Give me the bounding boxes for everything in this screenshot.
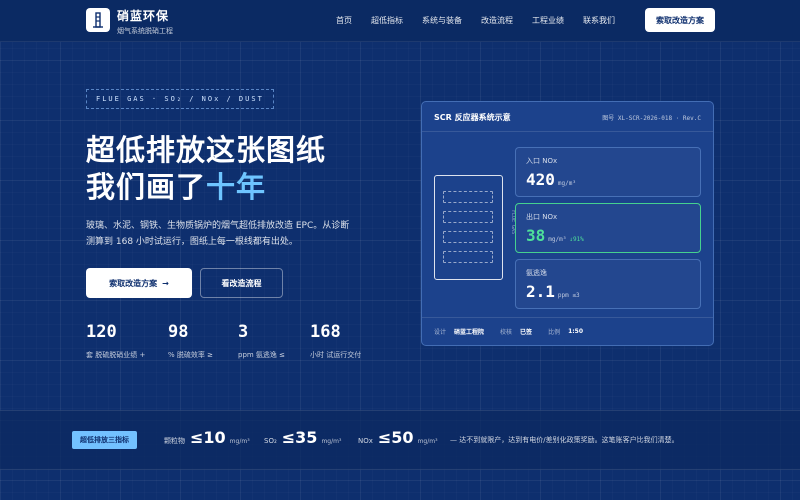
metric-name: NOx bbox=[358, 437, 373, 445]
hero-title-accent: 十年 bbox=[206, 170, 267, 204]
card-label: 出口 NOx bbox=[526, 213, 558, 221]
stat-value: 168 bbox=[310, 322, 341, 342]
brand-subtitle: 烟气系统脱硝工程 bbox=[117, 27, 173, 35]
catalyst-layer bbox=[443, 191, 493, 203]
nav-request-plan-button[interactable]: 索取改造方案 bbox=[645, 8, 715, 32]
view-process-button[interactable]: 看改造流程 bbox=[200, 268, 283, 298]
request-plan-label: 索取改造方案 bbox=[109, 278, 158, 288]
scale-value: 1:50 bbox=[568, 328, 584, 335]
brand-name[interactable]: 硝蓝环保 bbox=[117, 7, 169, 24]
metric-name: 颗粒物 bbox=[164, 437, 185, 445]
hero-title: 超低排放这张图纸 我们画了十年 bbox=[86, 132, 326, 206]
metric-value: ≤35 bbox=[281, 428, 318, 447]
hero-title-line2: 我们画了十年 bbox=[86, 169, 326, 206]
request-plan-button[interactable]: 索取改造方案 → bbox=[86, 268, 192, 298]
scale-key: 比例 bbox=[548, 329, 561, 336]
nav-link-indicators[interactable]: 超低指标 bbox=[371, 15, 403, 26]
check-value: 已签 bbox=[520, 329, 533, 336]
catalyst-layer bbox=[443, 251, 493, 263]
nav-link-contact[interactable]: 联系我们 bbox=[583, 15, 615, 26]
inlet-nox-card: 入口 NOx 420 mg/m³ bbox=[515, 147, 701, 197]
nav-link-projects[interactable]: 工程业绩 bbox=[532, 15, 564, 26]
indicator-badge: 超低排放三指标 bbox=[72, 431, 137, 449]
metric-unit: mg/m³ bbox=[417, 438, 438, 445]
reactor-diagram bbox=[434, 175, 503, 280]
stat-value: 120 bbox=[86, 322, 117, 342]
card-value: 38 bbox=[526, 226, 546, 245]
hero-description: 玻璃、水泥、钢铁、生物质锅炉的烟气超低排放改造 EPC。从诊断测算到 168 小… bbox=[86, 221, 350, 247]
strip-note: — 达不到就限产，达到有电价/差别化政策奖励。这笔账客户比我们清楚。 bbox=[450, 436, 679, 444]
card-delta: ↓91% bbox=[569, 236, 584, 243]
metric-unit: mg/m³ bbox=[229, 438, 250, 445]
metric-so2: SO₂ ≤35 mg/m³ bbox=[264, 428, 341, 447]
metric-value: ≤10 bbox=[190, 428, 226, 447]
drawing-number: 图号 XL-SCR-2026-018 · Rev.C bbox=[602, 115, 701, 122]
card-value-row: 2.1 ppm ≤3 bbox=[526, 282, 580, 301]
top-nav: 硝蓝环保 烟气系统脱硝工程 首页 超低指标 系统与装备 改造流程 工程业绩 联系… bbox=[0, 0, 800, 42]
ammonia-slip-card: 氨逃逸 2.1 ppm ≤3 bbox=[515, 259, 701, 309]
nav-link-systems[interactable]: 系统与装备 bbox=[422, 15, 462, 26]
card-unit: mg/m³ bbox=[557, 180, 576, 187]
arrow-right-icon: → bbox=[162, 278, 169, 288]
card-unit: mg/m³ bbox=[548, 236, 567, 243]
panel-title: SCR 反应器系统示意 bbox=[434, 113, 511, 122]
nav-link-home[interactable]: 首页 bbox=[336, 15, 352, 26]
nav-links: 首页 超低指标 系统与装备 改造流程 工程业绩 联系我们 bbox=[336, 15, 634, 26]
metric-name: SO₂ bbox=[264, 437, 277, 445]
card-value: 420 bbox=[526, 170, 555, 189]
outlet-nox-card: 出口 NOx 38 mg/m³ ↓91% bbox=[515, 203, 701, 253]
panel-header: SCR 反应器系统示意 图号 XL-SCR-2026-018 · Rev.C bbox=[422, 102, 713, 132]
design-value: 硝蓝工程院 bbox=[454, 329, 485, 336]
metric-value: ≤50 bbox=[377, 428, 414, 447]
hero-title-line1: 超低排放这张图纸 bbox=[86, 133, 327, 167]
stat-value: 98 bbox=[168, 322, 189, 342]
stat-projects: 120 套 脱硫脱硝业绩 + bbox=[86, 322, 145, 360]
card-value: 2.1 bbox=[526, 282, 555, 301]
card-value-row: 38 mg/m³ ↓91% bbox=[526, 226, 584, 245]
stat-label: ppm 氨逃逸 ≤ bbox=[238, 351, 286, 359]
metric-nox: NOx ≤50 mg/m³ bbox=[358, 428, 438, 447]
card-unit: ppm ≤3 bbox=[557, 292, 580, 299]
stat-label: % 脱硫效率 ≥ bbox=[168, 351, 213, 359]
stat-efficiency: 98 % 脱硫效率 ≥ bbox=[168, 322, 213, 360]
hero-tag: FLUE GAS · SO₂ / NOx / DUST bbox=[86, 89, 274, 109]
catalyst-layer bbox=[443, 211, 493, 223]
metric-unit: mg/m³ bbox=[321, 438, 342, 445]
stat-label: 套 脱硫脱硝业绩 + bbox=[86, 351, 146, 359]
card-label: 入口 NOx bbox=[526, 157, 558, 165]
check-key: 校核 bbox=[500, 329, 513, 336]
catalyst-layer bbox=[443, 231, 493, 243]
nav-link-process[interactable]: 改造流程 bbox=[481, 15, 513, 26]
stat-trial-run: 168 小时 试运行交付 bbox=[310, 322, 361, 360]
card-label: 氨逃逸 bbox=[526, 269, 547, 277]
emission-indicator-strip: 超低排放三指标 颗粒物 ≤10 mg/m³ SO₂ ≤35 mg/m³ NOx … bbox=[0, 410, 800, 470]
stat-ammonia: 3 ppm 氨逃逸 ≤ bbox=[238, 322, 285, 360]
card-value-row: 420 mg/m³ bbox=[526, 170, 576, 189]
metric-particulate: 颗粒物 ≤10 mg/m³ bbox=[164, 428, 250, 447]
stat-value: 3 bbox=[238, 322, 249, 342]
panel-footer: 设计 硝蓝工程院 校核 已签 比例 1:50 bbox=[422, 317, 713, 345]
design-key: 设计 bbox=[434, 329, 447, 336]
hero-title-prefix: 我们画了 bbox=[86, 170, 207, 204]
factory-chimney-icon[interactable] bbox=[86, 8, 110, 32]
scr-diagram-panel: SCR 反应器系统示意 图号 XL-SCR-2026-018 · Rev.C F… bbox=[421, 101, 714, 346]
stat-label: 小时 试运行交付 bbox=[310, 351, 362, 359]
